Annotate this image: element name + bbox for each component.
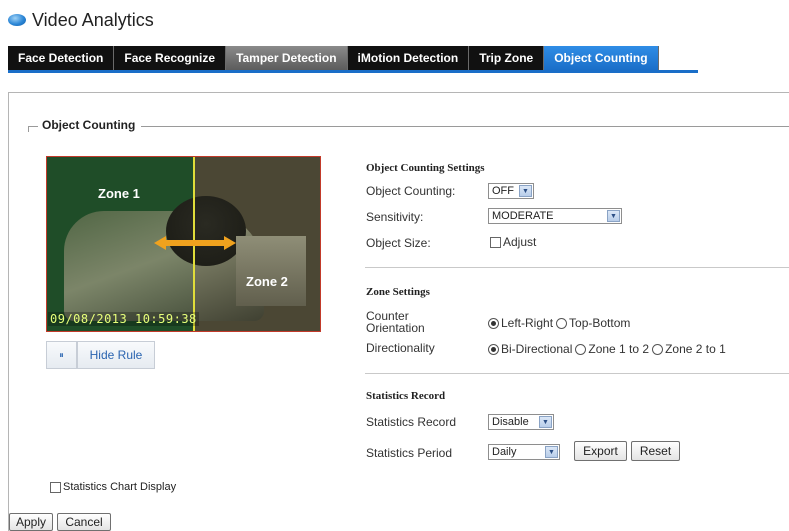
statistics-period-label: Statistics Period — [366, 446, 453, 460]
tab-face-recognize[interactable]: Face Recognize — [114, 46, 227, 70]
orientation-top-bottom-option[interactable]: Top-Bottom — [556, 316, 630, 330]
statistics-record-label: Statistics Record — [366, 415, 457, 429]
app-title: Video Analytics — [32, 9, 154, 30]
statistics-record-select[interactable]: Disable ▼ — [488, 414, 554, 430]
direction-zone2-to-1-option[interactable]: Zone 2 to 1 — [652, 342, 726, 356]
fieldset-border — [28, 126, 789, 127]
app-header: Video Analytics — [8, 6, 154, 34]
cancel-button[interactable]: Cancel — [57, 513, 111, 531]
section-legend: Object Counting — [38, 118, 142, 132]
video-preview[interactable]: Zone 1 Zone 2 09/08/2013 10:59:38 — [46, 156, 321, 332]
adjust-checkbox[interactable] — [490, 236, 501, 248]
directionality-label: Directionality — [366, 341, 435, 355]
directionality-radio-group: Bi-Directional Zone 1 to 2 Zone 2 to 1 — [488, 342, 729, 356]
export-button[interactable]: Export — [574, 441, 627, 461]
object-counting-select[interactable]: OFF ▼ — [488, 183, 534, 199]
orientation-radio-group: Left-Right Top-Bottom — [488, 316, 633, 330]
statistics-chart-display-checkbox[interactable] — [50, 481, 61, 493]
orientation-left-right-option[interactable]: Left-Right — [488, 316, 553, 330]
pause-icon: ⏸ — [59, 349, 64, 360]
statistics-period-select[interactable]: Daily ▼ — [488, 444, 560, 460]
orientation-left-right-radio[interactable] — [488, 317, 499, 329]
direction-bi-directional-radio[interactable] — [488, 343, 499, 355]
video-border — [46, 156, 321, 332]
object-size-label: Object Size: — [366, 236, 431, 250]
tab-imotion-detection[interactable]: iMotion Detection — [347, 46, 470, 70]
adjust-option[interactable]: Adjust — [490, 235, 536, 249]
sensitivity-label: Sensitivity: — [366, 210, 424, 224]
zone-settings-title: Zone Settings — [366, 286, 430, 298]
chevron-down-icon: ▼ — [545, 446, 558, 458]
fieldset-border-left — [28, 126, 29, 132]
direction-zone1-to-2-radio[interactable] — [575, 343, 587, 355]
chevron-down-icon: ▼ — [519, 185, 532, 197]
adjust-label: Adjust — [503, 235, 537, 249]
tab-face-detection[interactable]: Face Detection — [8, 46, 115, 70]
apply-button[interactable]: Apply — [9, 513, 53, 531]
tab-underline — [8, 70, 698, 73]
direction-bi-directional-option[interactable]: Bi-Directional — [488, 342, 572, 356]
object-counting-label: Object Counting: — [366, 184, 456, 198]
counter-orientation-label: Counter Orientation — [366, 309, 425, 335]
separator — [365, 267, 789, 268]
object-counting-settings-title: Object Counting Settings — [366, 162, 485, 174]
tab-tamper-detection[interactable]: Tamper Detection — [226, 46, 348, 70]
reset-button[interactable]: Reset — [631, 441, 680, 461]
pause-button[interactable]: ⏸ — [46, 341, 77, 369]
direction-zone1-to-2-option[interactable]: Zone 1 to 2 — [575, 342, 649, 356]
orientation-top-bottom-radio[interactable] — [556, 317, 568, 329]
tab-bar: Face Detection Face Recognize Tamper Det… — [8, 46, 659, 70]
app-logo-icon — [8, 14, 26, 26]
separator — [365, 373, 789, 374]
statistics-chart-display-label: Statistics Chart Display — [63, 481, 177, 493]
statistics-chart-display-option[interactable]: Statistics Chart Display — [50, 481, 176, 493]
chevron-down-icon: ▼ — [539, 416, 552, 428]
chevron-down-icon: ▼ — [607, 210, 620, 222]
sensitivity-select[interactable]: MODERATE ▼ — [488, 208, 622, 224]
statistics-record-title: Statistics Record — [366, 390, 446, 402]
hide-rule-button[interactable]: Hide Rule — [77, 341, 155, 369]
direction-zone2-to-1-radio[interactable] — [652, 343, 664, 355]
tab-trip-zone[interactable]: Trip Zone — [469, 46, 545, 70]
tab-object-counting[interactable]: Object Counting — [544, 46, 659, 70]
